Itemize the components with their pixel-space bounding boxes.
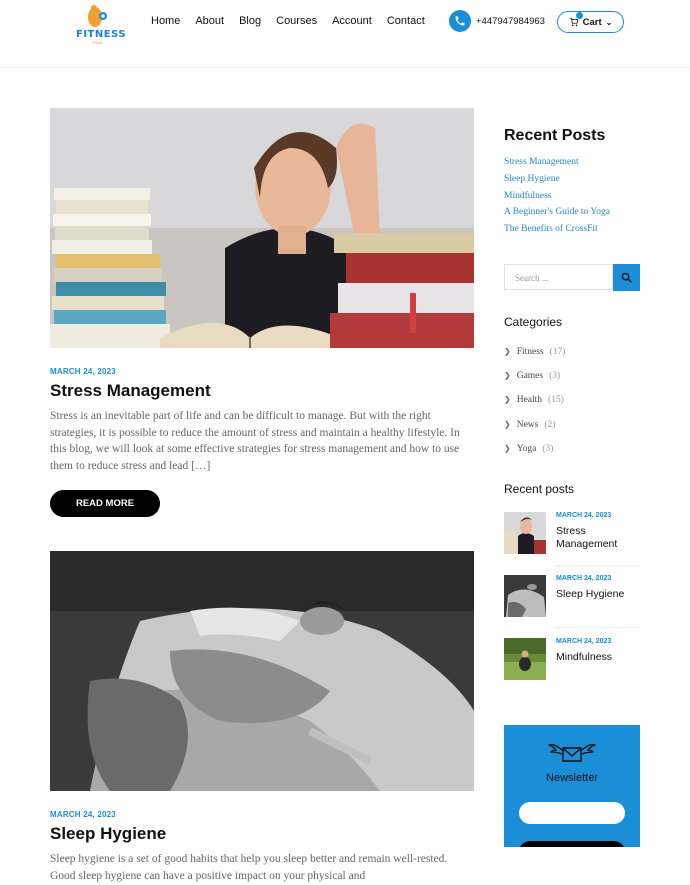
envelope-wings-icon bbox=[548, 743, 596, 762]
category-item[interactable]: ❯ Games (3) bbox=[504, 371, 565, 395]
chevron-down-icon: ⌄ bbox=[605, 17, 613, 27]
category-name[interactable]: Fitness bbox=[517, 347, 544, 371]
search-input[interactable]: Search ... bbox=[504, 264, 613, 290]
category-name[interactable]: Yoga bbox=[517, 444, 537, 468]
newsletter-title: Newsletter bbox=[546, 772, 598, 784]
recent-post-date: MARCH 24, 2023 bbox=[556, 575, 612, 582]
phone-number[interactable]: +447947984963 bbox=[476, 16, 545, 27]
divider bbox=[556, 565, 640, 566]
category-item[interactable]: ❯ Fitness (17) bbox=[504, 347, 565, 371]
divider bbox=[556, 627, 640, 628]
recent-posts-heading: Recent Posts bbox=[504, 127, 606, 144]
post-title-stress[interactable]: Stress Management bbox=[50, 381, 211, 401]
cart-label: Cart bbox=[582, 16, 602, 28]
recent-link[interactable]: The Benefits of CrossFit bbox=[504, 224, 610, 241]
post-image-stress[interactable] bbox=[50, 108, 474, 348]
nav-courses[interactable]: Courses bbox=[276, 15, 317, 27]
category-name[interactable]: News bbox=[517, 420, 539, 444]
chevron-right-icon: ❯ bbox=[504, 371, 511, 381]
recent-link[interactable]: Stress Management bbox=[504, 157, 610, 174]
newsletter-submit-button[interactable] bbox=[519, 841, 625, 847]
recent-post-item[interactable]: MARCH 24, 2023 Stress Management bbox=[504, 512, 640, 556]
recent-post-item[interactable]: MARCH 24, 2023 Mindfulness bbox=[504, 638, 640, 682]
search-button[interactable] bbox=[613, 264, 640, 291]
category-name[interactable]: Health bbox=[517, 395, 542, 419]
category-count: (3) bbox=[542, 443, 554, 454]
chevron-right-icon: ❯ bbox=[504, 443, 511, 453]
post-date: MARCH 24, 2023 bbox=[50, 810, 116, 819]
chevron-right-icon: ❯ bbox=[504, 419, 511, 429]
nav-account[interactable]: Account bbox=[332, 15, 372, 27]
nav-blog[interactable]: Blog bbox=[239, 15, 261, 27]
categories-heading: Categories bbox=[504, 315, 563, 329]
recent-post-title[interactable]: Stress Management bbox=[556, 525, 646, 550]
phone-icon[interactable] bbox=[449, 10, 471, 32]
post-excerpt: Stress is an inevitable part of life and… bbox=[50, 410, 460, 472]
recent-post-thumbnail[interactable] bbox=[504, 575, 546, 617]
category-count: (17) bbox=[549, 347, 566, 357]
recent-post-title[interactable]: Mindfulness bbox=[556, 651, 646, 664]
categories-list: ❯ Fitness (17) ❯ Games (3) ❯ Health (15) ❯ News… bbox=[504, 347, 565, 468]
chevron-right-icon: ❯ bbox=[504, 347, 511, 356]
search-icon bbox=[621, 272, 632, 283]
category-count: (3) bbox=[549, 371, 561, 382]
recent-posts-widget-heading: Recent posts bbox=[504, 482, 575, 496]
category-count: (15) bbox=[548, 395, 564, 406]
post-excerpt: Sleep hygiene is a set of good habits th… bbox=[50, 853, 448, 882]
recent-link[interactable]: Sleep Hygiene bbox=[504, 174, 610, 191]
category-item[interactable]: ❯ Yoga (3) bbox=[504, 444, 565, 468]
recent-post-thumbnail[interactable] bbox=[504, 638, 546, 680]
nav-home[interactable]: Home bbox=[151, 15, 180, 27]
newsletter-widget: Newsletter bbox=[504, 725, 640, 847]
nav-contact[interactable]: Contact bbox=[387, 15, 425, 27]
nav-about[interactable]: About bbox=[195, 15, 224, 27]
main-nav: Home About Blog Courses Account Contact bbox=[151, 15, 425, 27]
recent-post-date: MARCH 24, 2023 bbox=[556, 638, 612, 645]
post-date: MARCH 24, 2023 bbox=[50, 367, 116, 376]
recent-post-date: MARCH 24, 2023 bbox=[556, 512, 612, 519]
recent-post-thumbnail[interactable] bbox=[504, 512, 546, 554]
recent-post-title[interactable]: Sleep Hygiene bbox=[556, 588, 646, 601]
category-item[interactable]: ❯ Health (15) bbox=[504, 395, 565, 419]
cart-button[interactable]: Cart ⌄ bbox=[557, 11, 624, 33]
post-title-sleep[interactable]: Sleep Hygiene bbox=[50, 824, 166, 844]
category-item[interactable]: ❯ News (2) bbox=[504, 420, 565, 444]
logo-text[interactable]: FITNESS bbox=[76, 29, 126, 40]
cart-count-badge bbox=[576, 12, 583, 19]
read-more-button[interactable]: READ MORE bbox=[50, 490, 160, 517]
recent-post-item[interactable]: MARCH 24, 2023 Sleep Hygiene bbox=[504, 575, 640, 619]
category-name[interactable]: Games bbox=[517, 371, 543, 395]
site-header: FITNESS TRAIL Home About Blog Courses Ac… bbox=[0, 0, 690, 68]
recent-link[interactable]: A Beginner's Guide to Yoga bbox=[504, 207, 610, 224]
logo-subtext: TRAIL bbox=[92, 40, 104, 45]
recent-link[interactable]: Mindfulness bbox=[504, 191, 610, 208]
post-image-sleep[interactable] bbox=[50, 551, 474, 791]
newsletter-email-field[interactable] bbox=[519, 802, 625, 824]
category-count: (2) bbox=[544, 419, 556, 430]
recent-posts-list: Stress Management Sleep Hygiene Mindfuln… bbox=[504, 157, 610, 241]
chevron-right-icon: ❯ bbox=[504, 395, 511, 405]
